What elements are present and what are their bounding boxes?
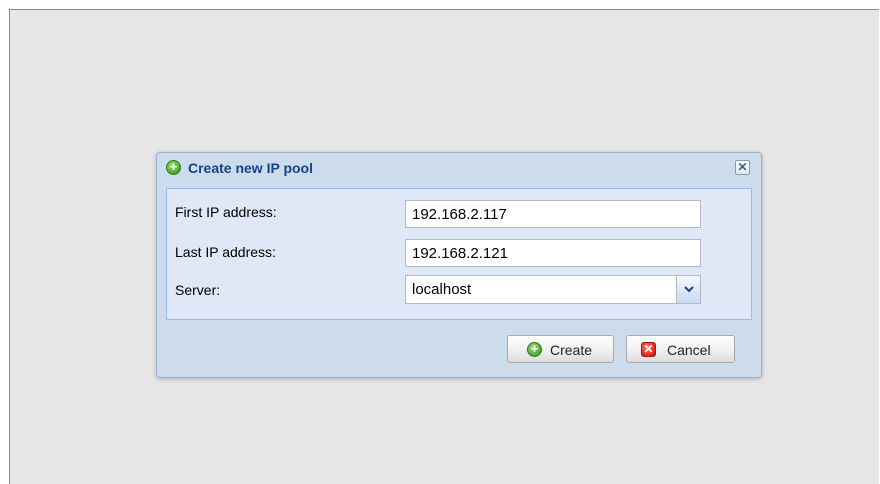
server-select[interactable]: localhost — [405, 275, 701, 304]
server-label: Server: — [175, 282, 221, 298]
last-ip-input[interactable] — [405, 239, 701, 267]
close-icon[interactable]: ✕ — [735, 160, 750, 175]
first-ip-label: First IP address: — [175, 204, 277, 220]
cancel-button[interactable]: ✕ Cancel — [626, 335, 735, 363]
chevron-down-icon — [684, 286, 694, 293]
dialog-titlebar: + Create new IP pool ✕ — [157, 153, 761, 183]
cancel-icon: ✕ — [641, 342, 656, 357]
dropdown-trigger[interactable] — [676, 276, 700, 303]
add-icon: + — [166, 160, 181, 175]
first-ip-input[interactable] — [405, 200, 701, 228]
create-ip-pool-dialog: + Create new IP pool ✕ First IP address:… — [156, 152, 762, 378]
create-button-label: Create — [550, 342, 593, 358]
create-button[interactable]: + Create — [507, 335, 614, 363]
app-viewport: + Create new IP pool ✕ First IP address:… — [9, 9, 879, 484]
last-ip-label: Last IP address: — [175, 244, 276, 260]
form-panel: First IP address: Last IP address: Serve… — [166, 188, 752, 320]
dialog-title: Create new IP pool — [188, 160, 313, 176]
cancel-button-label: Cancel — [667, 342, 711, 358]
server-selected-value: localhost — [412, 281, 472, 298]
add-icon: + — [527, 342, 542, 357]
